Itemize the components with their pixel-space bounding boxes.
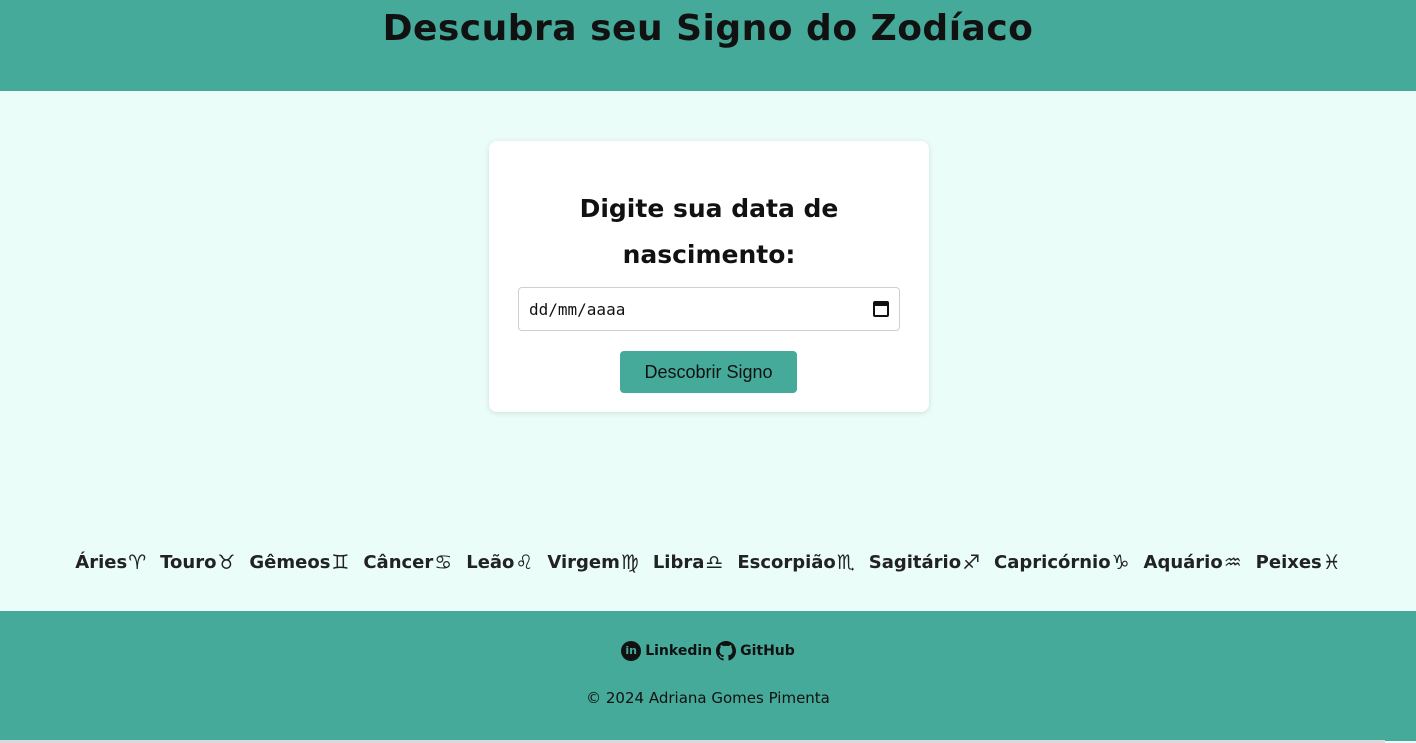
- sagittarius-icon: ♐︎: [962, 550, 981, 574]
- copyright-text: © 2024 Adriana Gomes Pimenta: [586, 689, 830, 707]
- aquarius-icon: ♒︎: [1223, 550, 1242, 574]
- sign-label: Aquário: [1143, 551, 1223, 573]
- sign-virgo: Virgem ♍︎: [547, 546, 638, 578]
- calendar-icon[interactable]: [873, 301, 889, 317]
- sign-libra: Libra ♎︎: [653, 546, 724, 578]
- libra-icon: ♎︎: [705, 550, 724, 574]
- cancer-icon: ♋︎: [434, 550, 453, 574]
- virgo-icon: ♍︎: [620, 550, 639, 574]
- discover-sign-button[interactable]: Descobrir Signo: [620, 351, 797, 393]
- social-links: in Linkedin GitHub: [0, 641, 1416, 661]
- sign-label: Sagitário: [868, 551, 962, 573]
- birthdate-placeholder: dd/mm/aaaa: [529, 299, 626, 319]
- sign-aries: Áries ♈︎: [75, 546, 146, 578]
- sign-label: Áries: [75, 551, 128, 573]
- sign-leo: Leão ♌︎: [466, 546, 533, 578]
- sign-capricorn: Capricórnio ♑︎: [994, 546, 1130, 578]
- leo-icon: ♌︎: [515, 550, 534, 574]
- sign-sagittarius: Sagitário ♐︎: [869, 546, 980, 578]
- zodiac-signs-list: Áries ♈︎ Touro ♉︎ Gêmeos ♊︎ Câncer ♋︎ Leão ♌︎…: [0, 546, 1416, 578]
- sign-label: Câncer: [363, 551, 434, 573]
- sign-label: Touro: [160, 551, 217, 573]
- sign-label: Virgem: [547, 551, 620, 573]
- sign-scorpio: Escorpião ♏︎: [737, 546, 854, 578]
- sign-pisces: Peixes ♓︎: [1256, 546, 1341, 578]
- sign-label: Peixes: [1255, 551, 1322, 573]
- github-link[interactable]: GitHub: [716, 641, 795, 661]
- sign-cancer: Câncer ♋︎: [363, 546, 452, 578]
- birthdate-input[interactable]: dd/mm/aaaa: [518, 287, 900, 331]
- sign-taurus: Touro ♉︎: [160, 546, 235, 578]
- aries-icon: ♈︎: [128, 550, 147, 574]
- birthdate-form-card: Digite sua data de nascimento: dd/mm/aaa…: [489, 141, 929, 412]
- github-icon: [716, 641, 737, 661]
- sign-label: Escorpião: [737, 551, 836, 573]
- sign-label: Gêmeos: [249, 551, 331, 573]
- pisces-icon: ♓︎: [1322, 550, 1341, 574]
- sign-gemini: Gêmeos ♊︎: [249, 546, 349, 578]
- github-label: GitHub: [740, 643, 795, 659]
- gemini-icon: ♊︎: [331, 550, 350, 574]
- page-title: Descubra seu Signo do Zodíaco: [382, 8, 1034, 49]
- linkedin-icon: in: [621, 641, 642, 661]
- scorpio-icon: ♏︎: [836, 550, 855, 574]
- sign-aquarius: Aquário ♒︎: [1144, 546, 1242, 578]
- sign-label: Libra: [652, 551, 705, 573]
- taurus-icon: ♉︎: [217, 550, 236, 574]
- form-heading: Digite sua data de nascimento:: [579, 194, 839, 269]
- sign-label: Leão: [466, 551, 515, 573]
- page-footer: in Linkedin GitHub © 2024 Adriana Gomes …: [0, 611, 1416, 741]
- capricorn-icon: ♑︎: [1111, 550, 1130, 574]
- sign-label: Capricórnio: [994, 551, 1111, 573]
- page-header: Descubra seu Signo do Zodíaco: [0, 0, 1416, 91]
- linkedin-label: Linkedin: [645, 643, 713, 659]
- linkedin-link[interactable]: in Linkedin: [621, 641, 712, 661]
